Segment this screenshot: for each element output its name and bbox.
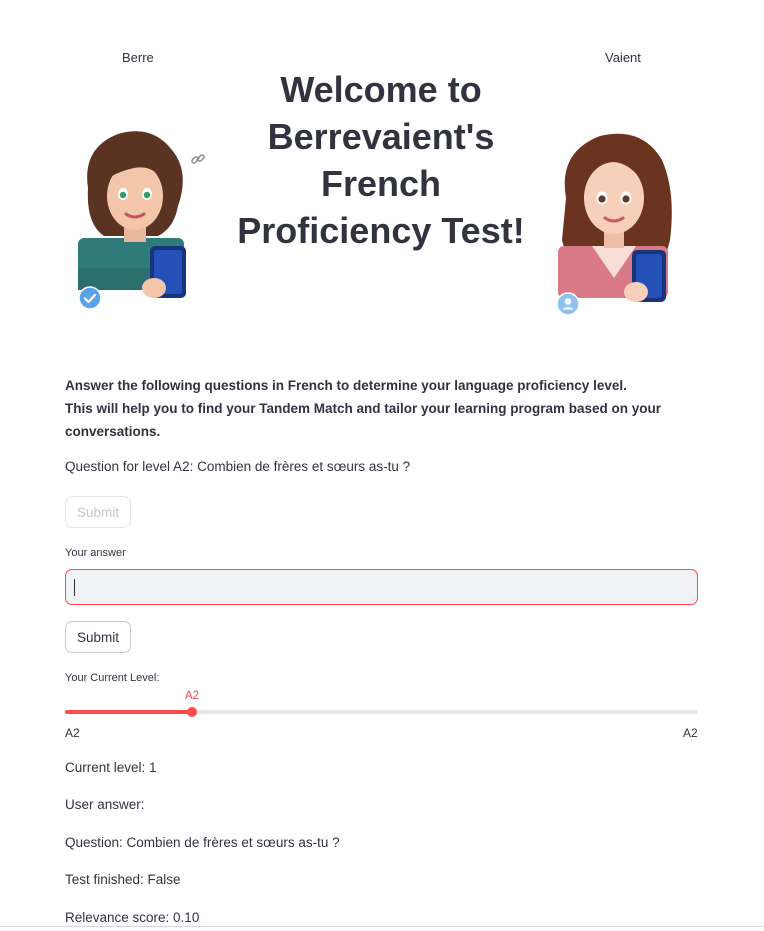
level-slider-thumb[interactable] (187, 707, 197, 717)
level-slider-label: Your Current Level: (65, 672, 160, 684)
submit-button[interactable]: Submit (65, 621, 132, 653)
check-badge-icon (78, 286, 102, 315)
left-avatar-name: Berre (122, 50, 154, 65)
intro-line-2: This will help you to find your Tandem M… (65, 401, 662, 439)
question-prompt: Question for level A2: Combien de frères… (65, 459, 411, 474)
current-level-text: Current level: 1 (65, 760, 157, 775)
avatar-vaient (552, 128, 678, 318)
answer-label: Your answer (65, 547, 126, 559)
level-slider-min: A2 (65, 726, 80, 740)
avatar-berre (74, 128, 205, 315)
answer-input[interactable] (65, 569, 698, 605)
submit-button-disabled[interactable]: Submit (65, 496, 132, 528)
level-slider-value: A2 (184, 690, 200, 702)
level-slider-track[interactable] (65, 707, 698, 717)
user-badge-icon (556, 292, 580, 321)
page-title: Welcome to Berrevaient's French Proficie… (237, 69, 525, 251)
bottom-divider (0, 926, 764, 927)
question-text: Question: Combien de frères et sœurs as-… (65, 835, 340, 850)
link-icon[interactable] (189, 150, 207, 173)
test-finished-text: Test finished: False (65, 872, 181, 887)
user-answer-text: User answer: (65, 797, 145, 812)
text-caret (74, 579, 75, 596)
relevance-score-text: Relevance score: 0.10 (65, 910, 200, 925)
intro-line-1: Answer the following questions in French… (65, 378, 627, 393)
level-slider-max: A2 (683, 726, 698, 740)
intro-text: Answer the following questions in French… (65, 374, 685, 443)
right-avatar-name: Vaient (605, 50, 641, 65)
level-slider-fill (65, 710, 192, 714)
